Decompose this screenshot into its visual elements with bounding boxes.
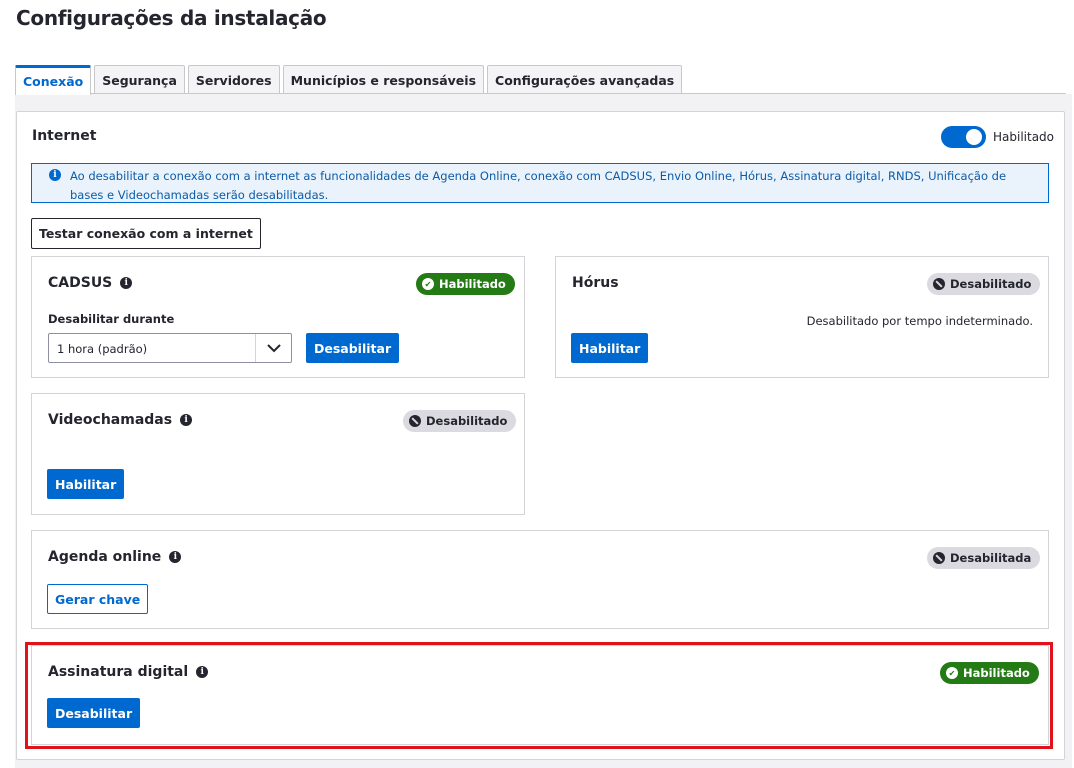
assinatura-title: Assinatura digital <box>48 664 189 680</box>
assinatura-status-badge: ✔ Habilitado <box>940 662 1039 684</box>
cadsus-title: CADSUS <box>48 275 113 291</box>
videochamadas-header: Videochamadas i <box>48 412 193 428</box>
assinatura-disable-button[interactable]: Desabilitar <box>47 698 141 728</box>
tab-bar: Conexão Segurança Servidores Municípios … <box>15 65 683 95</box>
info-icon: i <box>49 169 61 181</box>
cadsus-duration-select[interactable]: 1 hora (padrão) <box>48 333 292 363</box>
cadsus-select-value: 1 hora (padrão) <box>57 342 148 356</box>
videochamadas-card: Videochamadas i Desabilitado Habilitar <box>31 393 525 515</box>
internet-alert-text: Ao desabilitar a conexão com a internet … <box>70 169 1007 202</box>
tab-conexao[interactable]: Conexão <box>15 65 92 95</box>
assinatura-header: Assinatura digital i <box>48 664 209 680</box>
agenda-title: Agenda online <box>48 549 162 565</box>
toggle-knob <box>966 129 982 145</box>
check-icon: ✔ <box>946 667 958 679</box>
tab-configuracoes-avancadas[interactable]: Configurações avançadas <box>487 65 683 94</box>
horus-header: Hórus <box>572 275 619 291</box>
videochamadas-enable-button[interactable]: Habilitar <box>47 469 125 499</box>
tab-seguranca[interactable]: Segurança <box>94 65 185 94</box>
agenda-card: Agenda online i Desabilitada Gerar chave <box>31 530 1049 629</box>
blocked-icon <box>933 552 945 564</box>
internet-title: Internet <box>32 128 97 144</box>
horus-note: Desabilitado por tempo indeterminado. <box>806 314 1033 328</box>
generate-key-button[interactable]: Gerar chave <box>47 584 149 614</box>
blocked-icon <box>409 415 421 427</box>
cadsus-field-label: Desabilitar durante <box>48 312 175 326</box>
videochamadas-title: Videochamadas <box>48 412 173 428</box>
internet-toggle[interactable] <box>941 126 986 148</box>
assinatura-status-text: Habilitado <box>963 666 1030 680</box>
horus-enable-button[interactable]: Habilitar <box>571 333 649 363</box>
page-title: Configurações da instalação <box>16 6 327 30</box>
horus-status-text: Desabilitado <box>950 277 1032 291</box>
check-icon: ✔ <box>422 278 434 290</box>
horus-status-badge: Desabilitado <box>927 273 1041 295</box>
videochamadas-status-text: Desabilitado <box>426 414 508 428</box>
assinatura-card: Assinatura digital i ✔ Habilitado Desabi… <box>31 645 1049 745</box>
internet-toggle-label: Habilitado <box>993 130 1055 144</box>
info-icon[interactable]: i <box>120 277 133 289</box>
cadsus-status-text: Habilitado <box>439 277 506 291</box>
videochamadas-status-badge: Desabilitado <box>403 410 517 432</box>
test-internet-button[interactable]: Testar conexão com a internet <box>31 218 261 249</box>
cadsus-card: CADSUS i ✔ Habilitado Desabilitar durant… <box>31 256 525 378</box>
horus-card: Hórus Desabilitado Desabilitado por temp… <box>555 256 1049 378</box>
agenda-header: Agenda online i <box>48 549 182 565</box>
blocked-icon <box>933 278 945 290</box>
chevron-down-icon[interactable] <box>255 334 291 362</box>
horus-title: Hórus <box>572 275 619 291</box>
info-icon[interactable]: i <box>196 666 209 678</box>
cadsus-disable-button[interactable]: Desabilitar <box>306 333 400 363</box>
tab-servidores[interactable]: Servidores <box>187 65 280 94</box>
cadsus-status-badge: ✔ Habilitado <box>416 273 515 295</box>
agenda-status-badge: Desabilitada <box>927 547 1041 569</box>
info-icon[interactable]: i <box>180 414 193 426</box>
tab-municipios[interactable]: Municípios e responsáveis <box>282 65 485 94</box>
internet-info-alert: i Ao desabilitar a conexão com a interne… <box>31 163 1049 203</box>
cadsus-header: CADSUS i <box>48 275 133 291</box>
agenda-status-text: Desabilitada <box>950 551 1032 565</box>
info-icon[interactable]: i <box>169 551 182 563</box>
